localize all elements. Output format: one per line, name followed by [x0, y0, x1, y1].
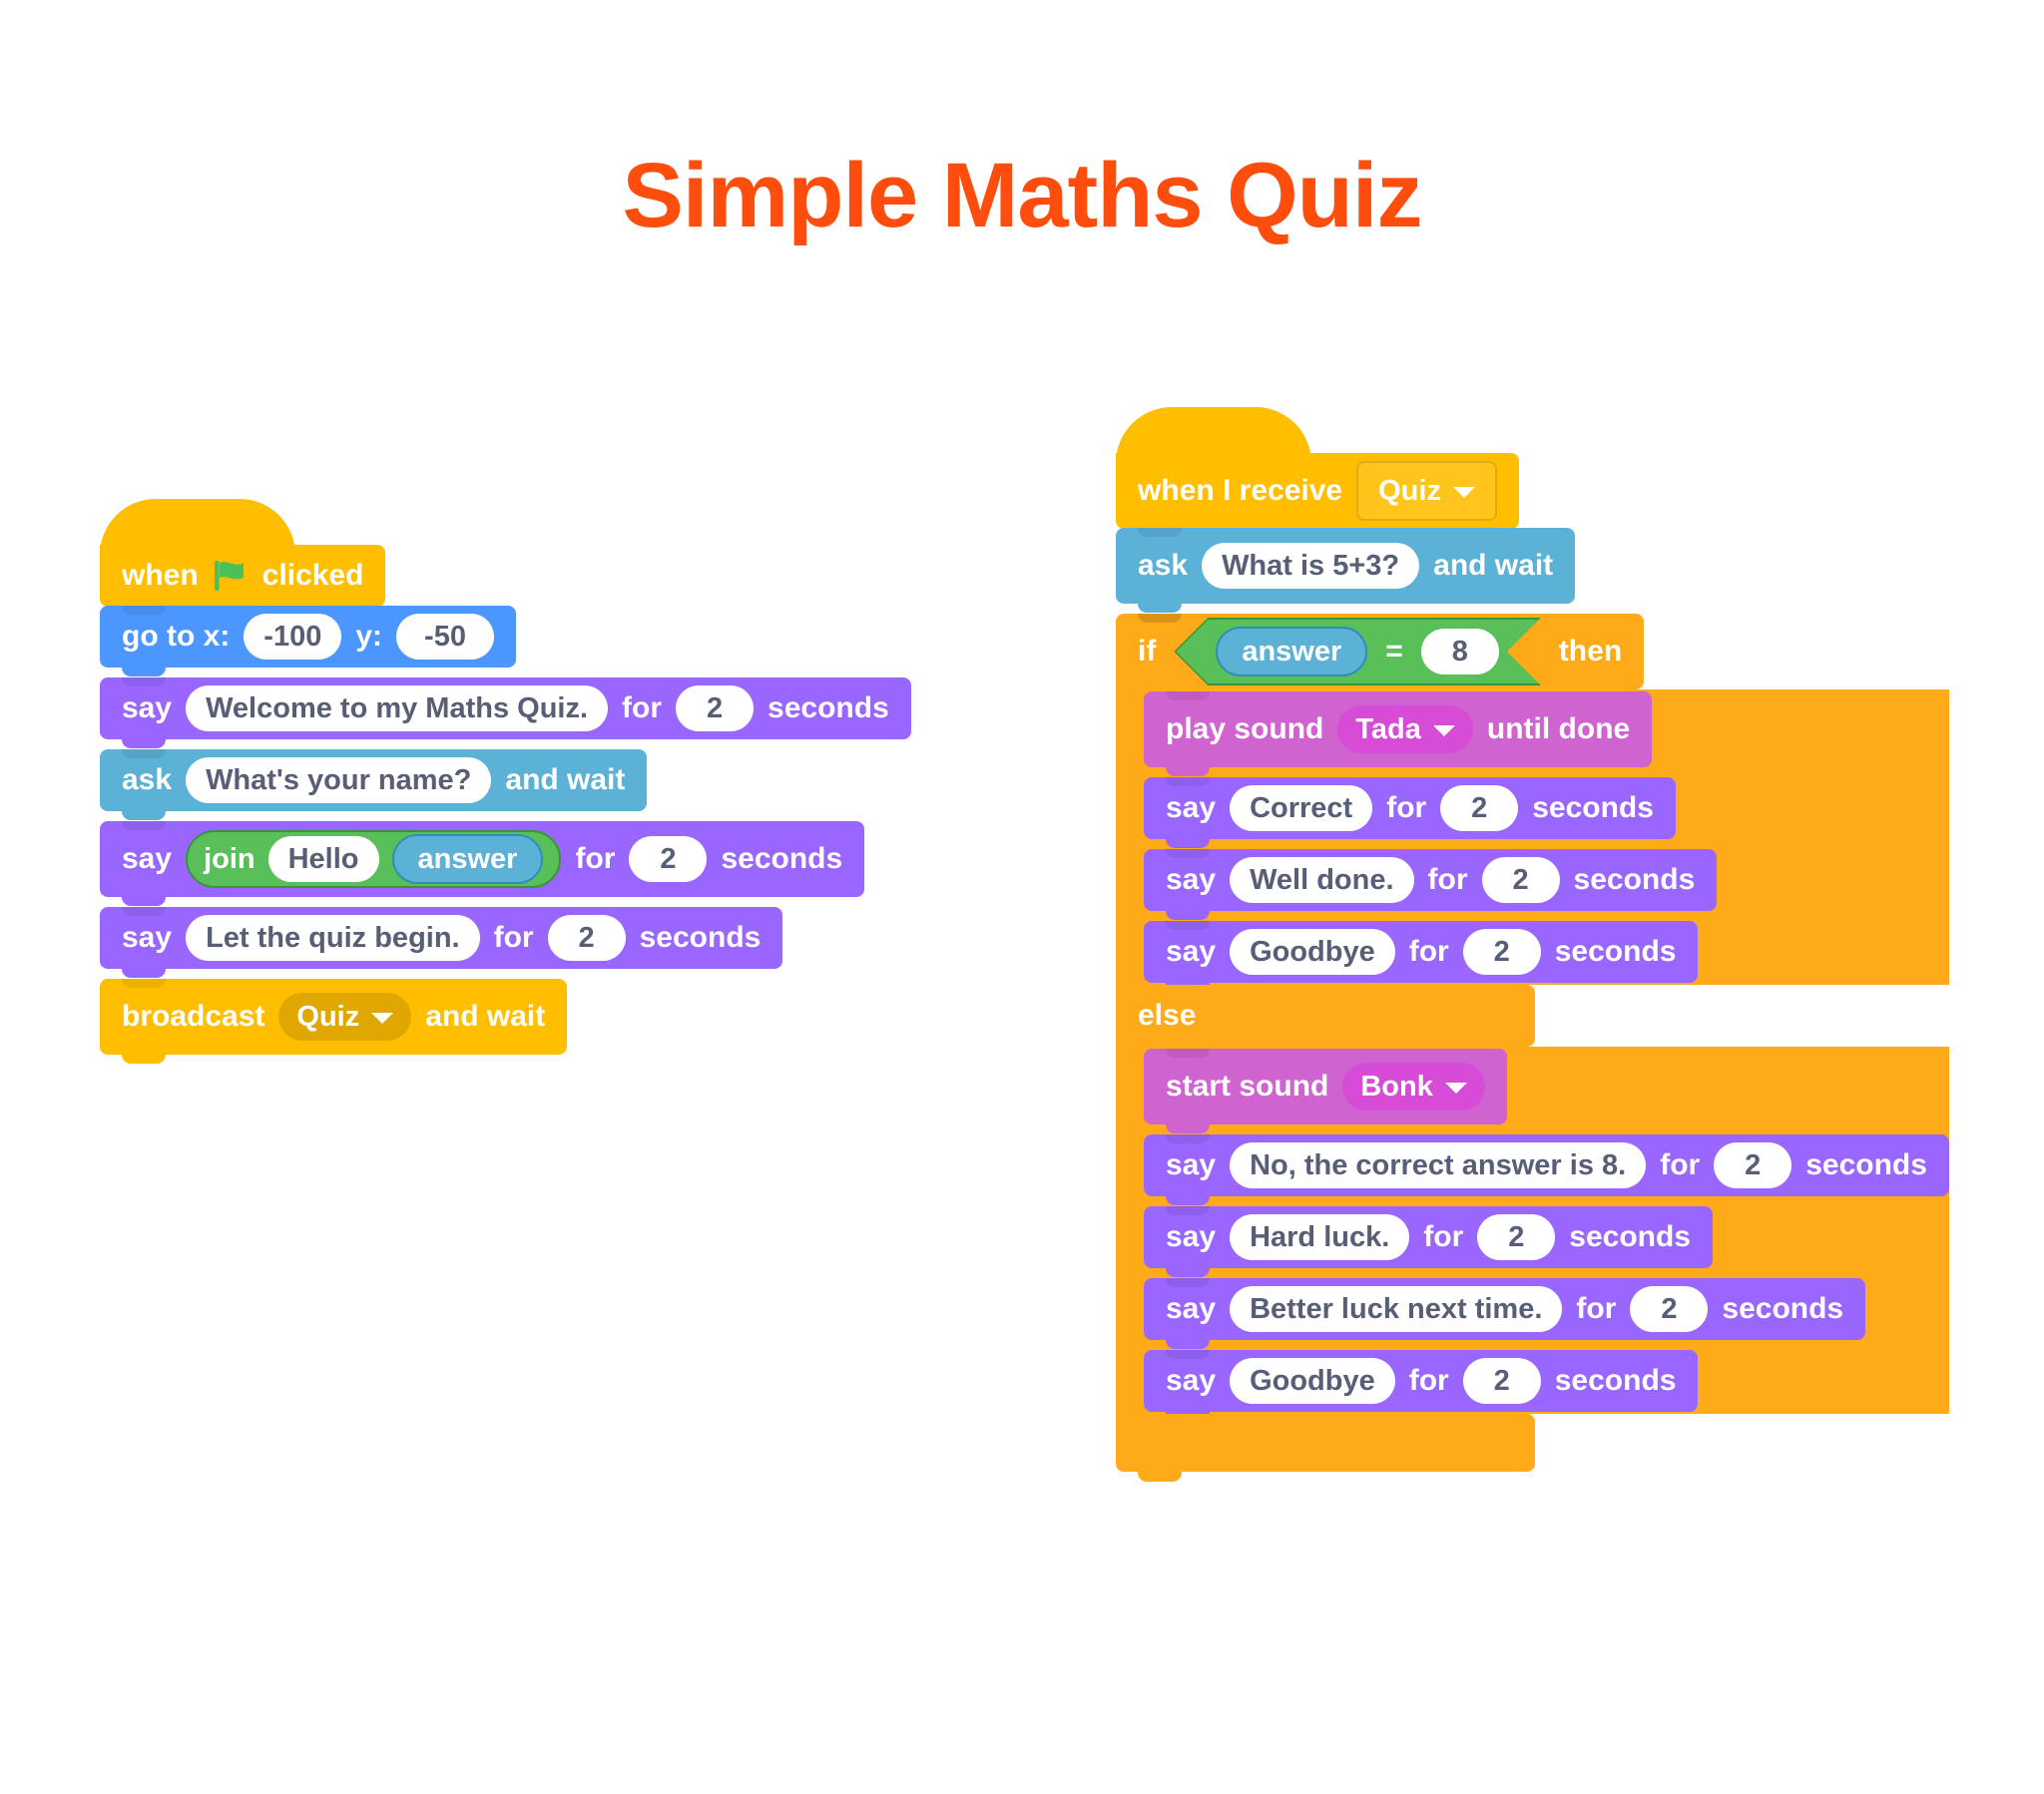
say-message-input[interactable]: Correct [1230, 785, 1373, 831]
block-say-better-luck[interactable]: say Better luck next time. for 2 seconds [1144, 1278, 1949, 1349]
script-stack-main: when clicked go to x: -100 y: -50 say We… [100, 499, 911, 1064]
say-message-input[interactable]: Hard luck. [1230, 1214, 1410, 1260]
seconds-input[interactable]: 2 [1440, 785, 1519, 831]
block-say-well-done[interactable]: say Well done. for 2 seconds [1144, 849, 1949, 920]
block-say-goodbye-then[interactable]: say Goodbye for 2 seconds [1144, 921, 1949, 992]
seconds-input[interactable]: 2 [547, 915, 626, 961]
seconds-input[interactable]: 2 [1481, 857, 1560, 903]
seconds-input[interactable]: 2 [1462, 929, 1541, 975]
say-message-input[interactable]: Better luck next time. [1230, 1286, 1563, 1332]
chevron-down-icon [1444, 1082, 1467, 1094]
answer-reporter[interactable]: answer [1216, 627, 1367, 676]
answer-reporter[interactable]: answer [391, 834, 544, 884]
block-if-else[interactable]: if answer = 8 then play sound Tada until… [1116, 614, 1949, 1482]
sound-dropdown[interactable]: Tada [1337, 705, 1473, 753]
block-say-no-correct-answer[interactable]: say No, the correct answer is 8. for 2 s… [1144, 1134, 1949, 1205]
block-say-begin[interactable]: say Let the quiz begin. for 2 seconds [100, 907, 911, 978]
join-text1-input[interactable]: Hello [267, 836, 379, 882]
if-header[interactable]: if answer = 8 then [1116, 614, 1645, 689]
block-say-welcome[interactable]: say Welcome to my Maths Quiz. for 2 seco… [100, 677, 911, 748]
broadcast-message-dropdown[interactable]: Quiz [278, 993, 412, 1041]
chevron-down-icon [1432, 724, 1455, 736]
script-stack-quiz: when I receive Quiz ask What is 5+3? and… [1116, 407, 1949, 1482]
seconds-input[interactable]: 2 [1477, 1214, 1556, 1260]
y-input[interactable]: -50 [396, 614, 494, 660]
ask-question-input[interactable]: What's your name? [186, 757, 492, 803]
join-operator-block[interactable]: join Hello answer [186, 830, 562, 888]
receive-message-dropdown[interactable]: Quiz [1356, 461, 1497, 521]
block-start-sound[interactable]: start sound Bonk [1144, 1049, 1949, 1133]
green-flag-icon [213, 559, 249, 593]
say-message-input[interactable]: Goodbye [1230, 929, 1395, 975]
block-say-join-hello-answer[interactable]: say join Hello answer for 2 seconds [100, 821, 911, 906]
block-ask-question[interactable]: ask What is 5+3? and wait [1116, 528, 1949, 613]
block-play-sound-until-done[interactable]: play sound Tada until done [1144, 691, 1949, 776]
seconds-input[interactable]: 2 [629, 836, 708, 882]
if-else-body: start sound Bonk say No, the correct ans… [1116, 1047, 1949, 1421]
else-header[interactable]: else [1116, 985, 1535, 1047]
block-ask-name[interactable]: ask What's your name? and wait [100, 749, 911, 820]
block-when-flag-clicked[interactable]: when clicked [100, 499, 911, 616]
x-input[interactable]: -100 [244, 614, 342, 660]
block-when-i-receive[interactable]: when I receive Quiz [1116, 407, 1949, 538]
say-message-input[interactable]: Goodbye [1230, 1358, 1395, 1404]
sound-dropdown[interactable]: Bonk [1342, 1063, 1485, 1111]
if-else-footer [1116, 1414, 1535, 1482]
ask-question-input[interactable]: What is 5+3? [1202, 543, 1420, 589]
block-say-correct[interactable]: say Correct for 2 seconds [1144, 777, 1949, 848]
chevron-down-icon [1452, 486, 1475, 498]
say-message-input[interactable]: Welcome to my Maths Quiz. [186, 685, 609, 731]
say-message-input[interactable]: Well done. [1230, 857, 1414, 903]
if-then-body: play sound Tada until done say Correct f… [1116, 689, 1949, 992]
script-canvas: when clicked go to x: -100 y: -50 say We… [0, 0, 2044, 1794]
equals-operator-block[interactable]: answer = 8 [1174, 618, 1540, 685]
block-go-to-xy[interactable]: go to x: -100 y: -50 [100, 606, 911, 676]
block-broadcast-and-wait[interactable]: broadcast Quiz and wait [100, 979, 911, 1064]
say-message-input[interactable]: No, the correct answer is 8. [1230, 1142, 1647, 1188]
block-say-hard-luck[interactable]: say Hard luck. for 2 seconds [1144, 1206, 1949, 1277]
seconds-input[interactable]: 2 [1462, 1358, 1541, 1404]
seconds-input[interactable]: 2 [1630, 1286, 1709, 1332]
chevron-down-icon [371, 1012, 394, 1024]
equals-right-input[interactable]: 8 [1421, 629, 1499, 674]
seconds-input[interactable]: 2 [676, 685, 755, 731]
say-message-input[interactable]: Let the quiz begin. [186, 915, 480, 961]
seconds-input[interactable]: 2 [1714, 1142, 1792, 1188]
block-say-goodbye-else[interactable]: say Goodbye for 2 seconds [1144, 1350, 1949, 1421]
